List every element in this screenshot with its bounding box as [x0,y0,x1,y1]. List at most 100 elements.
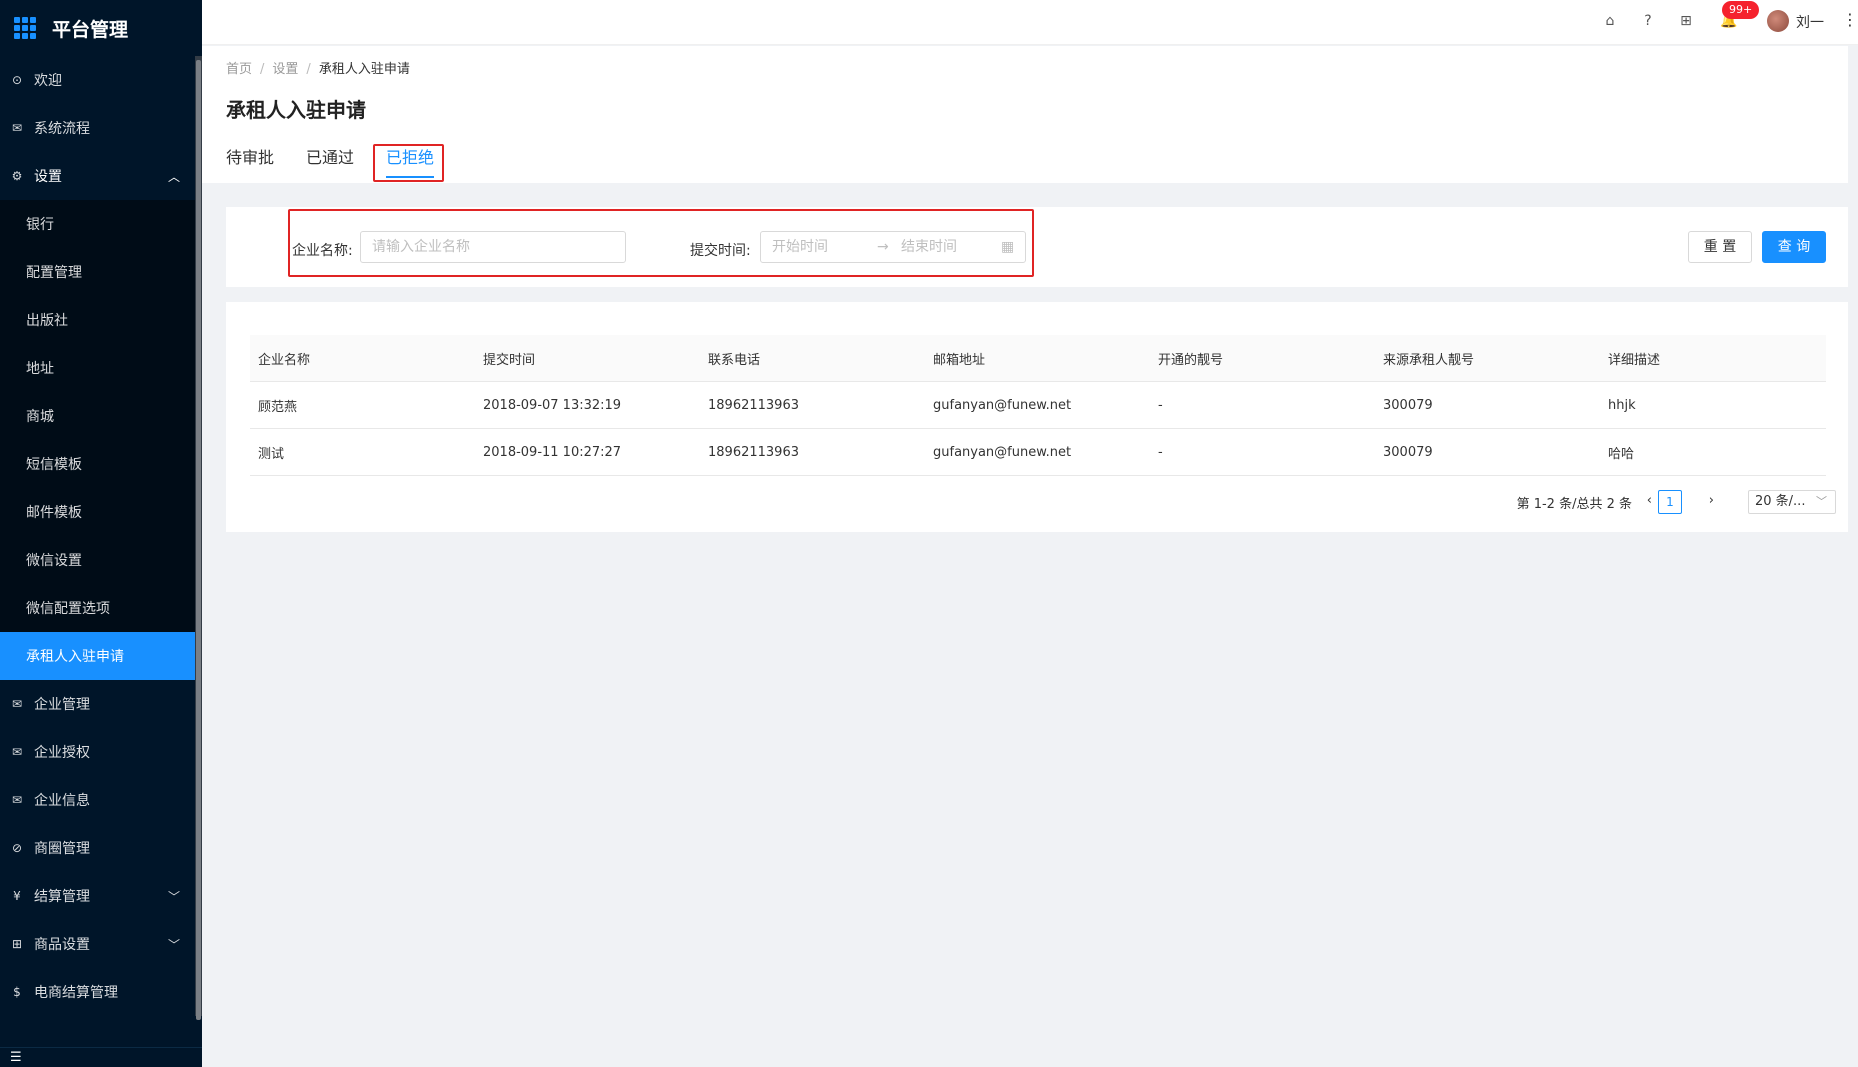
sidebar-item-business-circle[interactable]: ⊘ 商圈管理 [0,824,202,872]
cell-submit-time: 2018-09-11 10:27:27 [483,444,622,460]
page-size-select[interactable]: 20 条/... ﹀ [1748,490,1836,514]
cell-email: gufanyan@funew.net [933,397,1072,413]
sidebar: 平台管理 ⊙ 欢迎 ✉ 系统流程 ⚙ 设置 ︿ 银行 配置管理 出版社 地址 商… [0,0,202,1067]
table-row[interactable]: 测试 2018-09-11 10:27:27 18962113963 gufan… [250,429,1826,476]
pagination: 第 1-2 条/总共 2 条 ‹ 1 › 20 条/... ﹀ [226,490,1848,514]
help-icon[interactable]: ? [1639,12,1657,30]
submenu-item-tenant-application[interactable]: 承租人入驻申请 [0,632,196,680]
chevron-right-icon[interactable]: › [1709,493,1714,508]
chevron-down-icon: ﹀ [167,890,180,904]
cell-email: gufanyan@funew.net [933,444,1072,460]
home-icon[interactable]: ⌂ [1601,12,1619,30]
mail-icon: ✉ [11,745,23,759]
page-title: 承租人入驻申请 [226,98,366,122]
cell-opened-number: - [1158,397,1163,413]
cell-submit-time: 2018-09-07 13:32:19 [483,397,622,413]
chevron-down-icon: ﹀ [1816,495,1827,508]
reset-button[interactable]: 重 置 [1688,231,1752,263]
cell-source-number: 300079 [1383,444,1433,460]
cell-opened-number: - [1158,444,1163,460]
more-vertical-icon[interactable]: ⋮ [1842,10,1858,29]
cell-description: 哈哈 [1608,446,1635,462]
submenu-item-wechat-options[interactable]: 微信配置选项 [0,584,202,632]
menu-fold-icon[interactable]: ☰ [0,1047,202,1067]
mail-icon: ✉ [11,697,23,711]
sidebar-item-label: 结算管理 [34,889,90,905]
cell-description: hhjk [1608,397,1636,413]
sidebar-item-label: 电商结算管理 [34,985,118,1001]
sidebar-item-company-auth[interactable]: ✉ 企业授权 [0,728,202,776]
submenu-item-bank[interactable]: 银行 [0,200,202,248]
table-header-row: 企业名称 提交时间 联系电话 邮箱地址 开通的靓号 来源承租人靓号 详细描述 [250,335,1826,382]
sidebar-item-label: 企业管理 [34,697,90,713]
submenu-item-sms-template[interactable]: 短信模板 [0,440,202,488]
mail-icon: ✉ [11,121,23,135]
sidebar-item-company-mgmt[interactable]: ✉ 企业管理 [0,680,202,728]
sidebar-scrollbar-thumb[interactable] [196,60,201,1020]
submenu-item-mall[interactable]: 商城 [0,392,202,440]
submenu-item-mail-template[interactable]: 邮件模板 [0,488,202,536]
sidebar-item-system-flow[interactable]: ✉ 系统流程 [0,104,202,152]
cell-source-number: 300079 [1383,397,1433,413]
col-source-number: 来源承租人靓号 [1383,352,1475,368]
sidebar-item-label: 系统流程 [34,121,90,137]
sidebar-item-settlement[interactable]: ¥ 结算管理 ﹀ [0,872,202,920]
submenu-item-address[interactable]: 地址 [0,344,202,392]
check-circle-icon: ⊙ [11,73,23,87]
dollar-icon: $ [13,985,21,999]
col-description: 详细描述 [1608,352,1661,368]
mail-icon: ✉ [11,793,23,807]
page-size-value: 20 条/... [1755,494,1806,509]
settings-submenu: 银行 配置管理 出版社 地址 商城 短信模板 邮件模板 微信设置 微信配置选项 … [0,200,202,680]
chevron-down-icon: ﹀ [167,938,180,952]
query-button[interactable]: 查 询 [1762,231,1826,263]
breadcrumb-home[interactable]: 首页 [226,62,252,77]
breadcrumb-current: 承租人入驻申请 [318,62,410,77]
sidebar-item-product-settings[interactable]: ⊞ 商品设置 ﹀ [0,920,202,968]
apps-grid-icon [14,17,36,39]
sidebar-item-ecommerce-settlement[interactable]: $ 电商结算管理 [0,968,202,1016]
submenu-item-config[interactable]: 配置管理 [0,248,202,296]
tab-pending[interactable]: 待审批 [226,146,274,182]
username[interactable]: 刘一 [1796,12,1824,32]
cell-phone: 18962113963 [708,397,799,413]
submenu-item-wechat-settings[interactable]: 微信设置 [0,536,202,584]
sidebar-item-label: 企业信息 [34,793,90,809]
cell-phone: 18962113963 [708,444,799,460]
pagination-summary: 第 1-2 条/总共 2 条 [1516,497,1632,512]
pagination-page[interactable]: 1 [1658,490,1682,514]
cell-company-name: 测试 [258,446,285,462]
data-table: 企业名称 提交时间 联系电话 邮箱地址 开通的靓号 来源承租人靓号 详细描述 顾… [250,335,1826,476]
col-opened-number: 开通的靓号 [1158,352,1224,368]
notification-badge: 99+ [1722,1,1760,19]
col-phone: 联系电话 [708,352,761,368]
app-title: 平台管理 [52,18,129,41]
compass-icon: ⊘ [11,841,23,855]
app-logo[interactable]: 平台管理 [0,0,202,56]
page-header: 首页 / 设置 / 承租人入驻申请 承租人入驻申请 待审批 已通过 已拒绝 [202,46,1848,183]
sidebar-item-label: 商圈管理 [34,841,90,857]
sidebar-item-label: 企业授权 [34,745,90,761]
sidebar-item-label: 欢迎 [34,73,62,89]
sidebar-item-company-info[interactable]: ✉ 企业信息 [0,776,202,824]
appstore-icon: ⊞ [11,937,23,951]
submenu-item-publisher[interactable]: 出版社 [0,296,202,344]
appstore-icon[interactable]: ⊞ [1677,12,1695,30]
gear-icon: ⚙ [11,169,23,183]
col-email: 邮箱地址 [933,352,986,368]
chevron-left-icon[interactable]: ‹ [1647,493,1652,508]
table-row[interactable]: 顾范燕 2018-09-07 13:32:19 18962113963 gufa… [250,382,1826,429]
breadcrumb: 首页 / 设置 / 承租人入驻申请 [226,62,410,77]
avatar[interactable] [1767,10,1789,32]
col-company-name: 企业名称 [258,352,311,368]
breadcrumb-settings[interactable]: 设置 [272,62,298,77]
chevron-up-icon: ︿ [167,170,180,184]
sidebar-item-welcome[interactable]: ⊙ 欢迎 [0,56,202,104]
search-highlight-box [288,209,1034,277]
col-submit-time: 提交时间 [483,352,536,368]
sidebar-item-label: 商品设置 [34,937,90,953]
sidebar-item-settings[interactable]: ⚙ 设置 ︿ [0,152,202,200]
cell-company-name: 顾范燕 [258,399,298,415]
tab-approved[interactable]: 已通过 [306,146,354,182]
sidebar-item-label: 设置 [34,169,62,185]
